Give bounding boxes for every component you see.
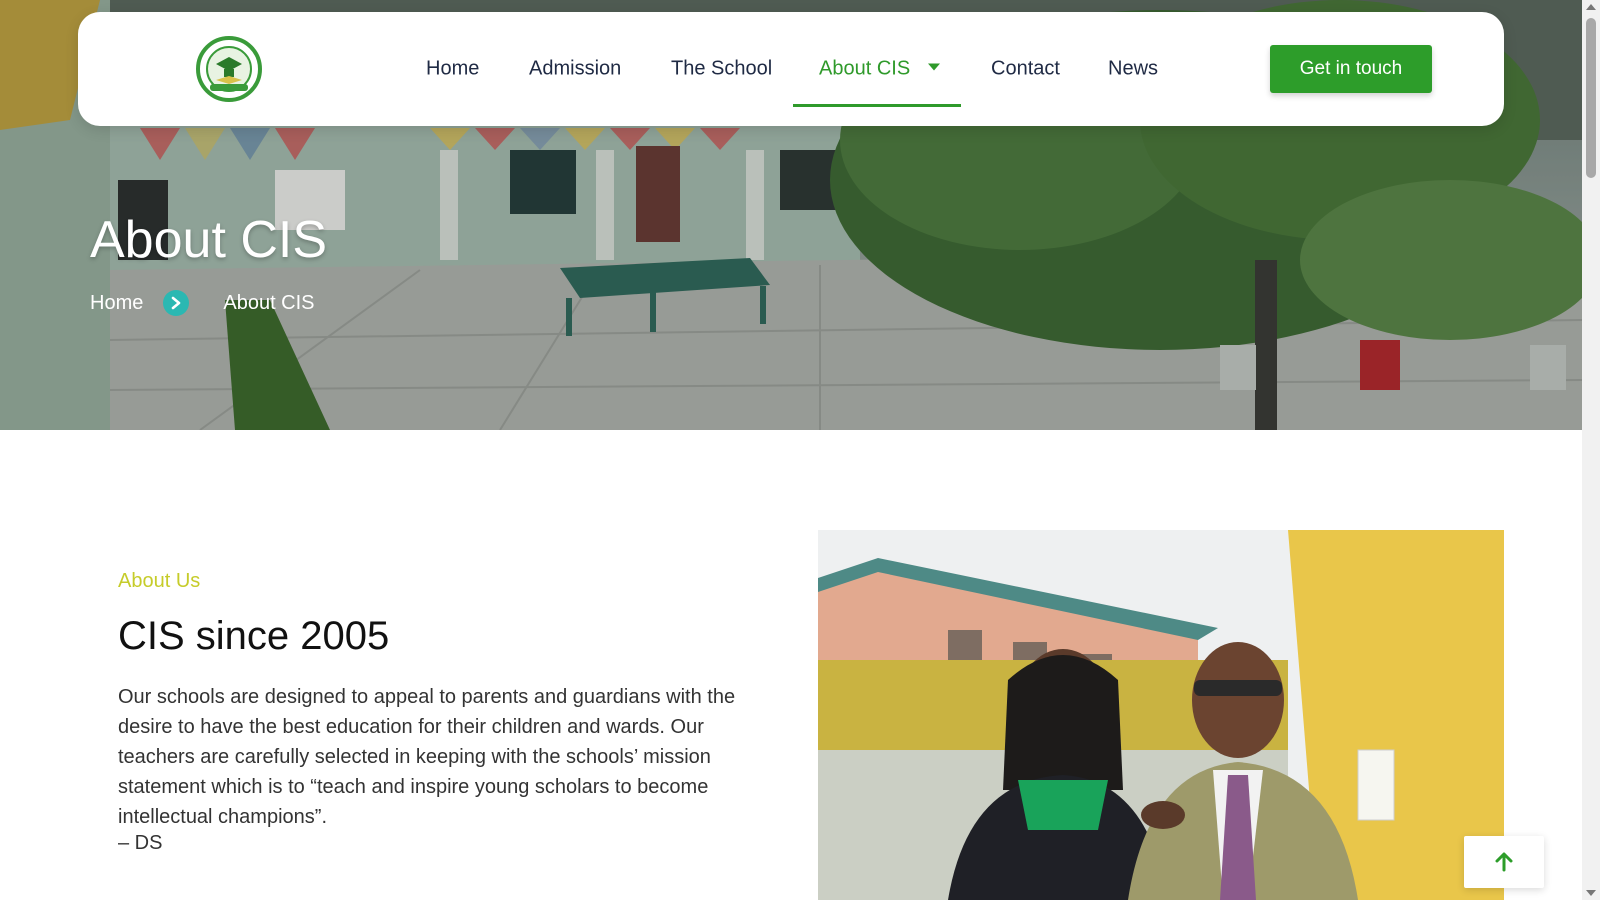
logo-emblem-icon bbox=[196, 36, 262, 102]
nav-news[interactable]: News bbox=[1108, 58, 1158, 81]
breadcrumb-home-link[interactable]: Home bbox=[90, 292, 143, 315]
scroll-up-icon[interactable] bbox=[1586, 4, 1596, 10]
founders-photo bbox=[818, 530, 1504, 900]
active-nav-indicator bbox=[793, 104, 961, 107]
section-title: CIS since 2005 bbox=[118, 614, 390, 658]
scroll-thumb[interactable] bbox=[1586, 18, 1596, 178]
breadcrumb-current: About CIS bbox=[223, 291, 315, 314]
nav-home[interactable]: Home bbox=[426, 58, 479, 81]
founders-photo-image bbox=[818, 530, 1504, 900]
nav-the-school[interactable]: The School bbox=[671, 58, 772, 81]
scroll-down-icon[interactable] bbox=[1586, 890, 1596, 896]
chevron-right-icon bbox=[163, 290, 190, 316]
page-scrollbar[interactable] bbox=[1582, 0, 1600, 900]
about-paragraph: Our schools are designed to appeal to pa… bbox=[118, 686, 736, 828]
section-eyebrow: About Us bbox=[118, 570, 201, 592]
nav-about-cis-label: About CIS bbox=[819, 57, 911, 80]
nav-admission[interactable]: Admission bbox=[529, 58, 621, 81]
nav-contact[interactable]: Contact bbox=[991, 58, 1060, 81]
breadcrumb: Home About CIS bbox=[90, 290, 315, 316]
back-to-top-button[interactable] bbox=[1464, 836, 1544, 888]
school-logo[interactable] bbox=[196, 36, 262, 102]
main-navbar: Home Admission The School About CIS Cont… bbox=[78, 12, 1504, 126]
get-in-touch-button[interactable]: Get in touch bbox=[1270, 45, 1432, 93]
page-title: About CIS bbox=[90, 211, 328, 269]
about-signature: – DS bbox=[118, 832, 163, 854]
caret-down-icon bbox=[928, 63, 941, 71]
nav-about-cis[interactable]: About CIS bbox=[819, 57, 941, 81]
arrow-up-icon bbox=[1495, 852, 1513, 872]
